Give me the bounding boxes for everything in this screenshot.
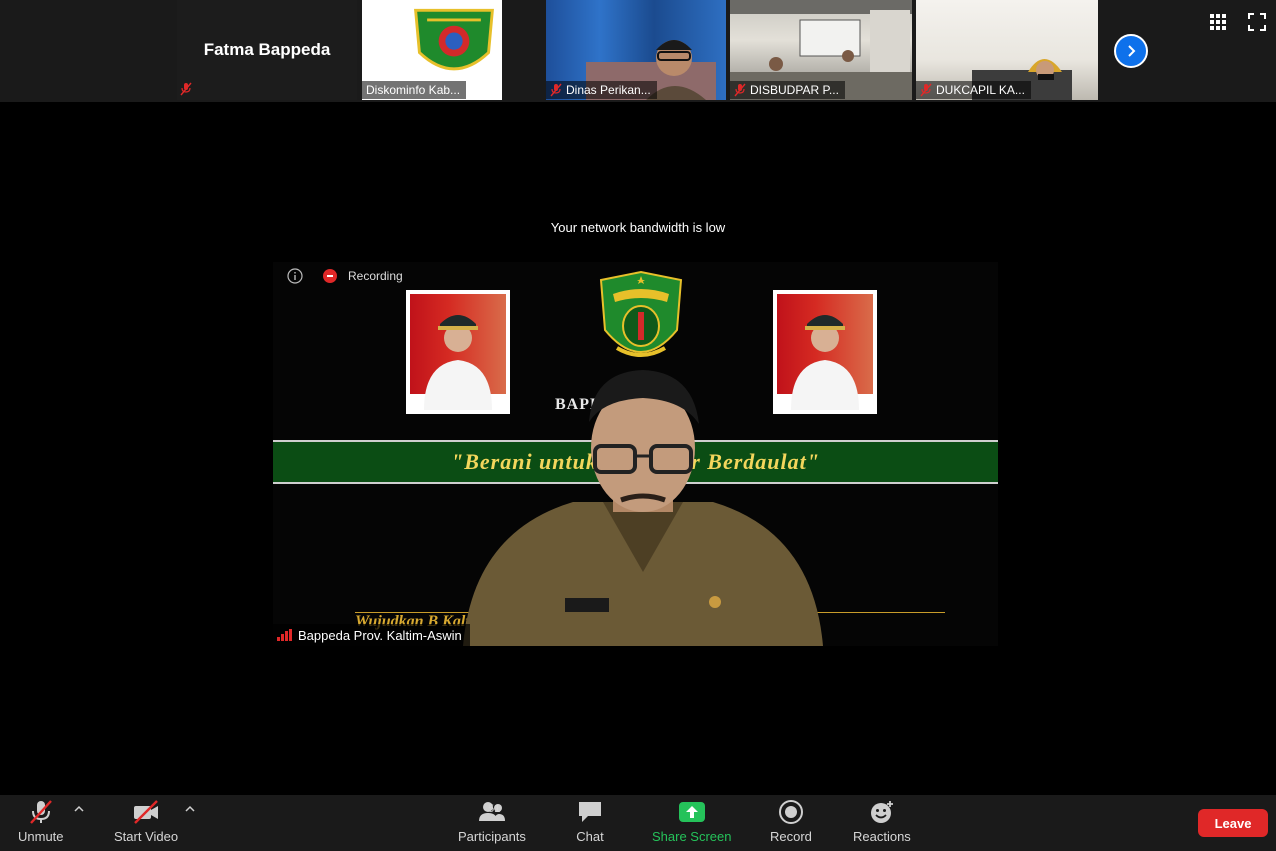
participants-label: Participants bbox=[458, 829, 526, 844]
participant-tile[interactable]: Diskominfo Kab... bbox=[362, 0, 502, 100]
participant-tile[interactable]: Dinas Perikan... bbox=[546, 0, 726, 100]
recording-label: Recording bbox=[348, 269, 403, 283]
reactions-button[interactable]: Reactions bbox=[853, 799, 911, 844]
caret-up-icon[interactable] bbox=[74, 805, 84, 813]
participant-label: DUKCAPIL KA... bbox=[916, 81, 1031, 99]
participant-label: Dinas Perikan... bbox=[546, 81, 657, 99]
participant-label: Diskominfo Kab... bbox=[362, 81, 467, 99]
participant-tile[interactable]: DISBUDPAR P... bbox=[730, 0, 912, 100]
participant-tile[interactable]: DUKCAPIL KA... bbox=[916, 0, 1098, 100]
participant-strip: Fatma Bappeda Diskominfo Kab... Dinas Pe… bbox=[0, 0, 1276, 102]
record-icon bbox=[778, 800, 803, 824]
start-video-label: Start Video bbox=[114, 829, 179, 844]
participants-count: 51 bbox=[488, 803, 501, 815]
participant-name: DISBUDPAR P... bbox=[750, 83, 839, 97]
participant-tile[interactable]: Fatma Bappeda bbox=[177, 0, 357, 100]
signal-icon bbox=[277, 629, 292, 641]
participant-name: Dinas Perikan... bbox=[566, 83, 651, 97]
speaker-name-tag: Bappeda Prov. Kaltim-Aswin bbox=[273, 624, 470, 646]
start-video-button[interactable]: Start Video bbox=[114, 799, 178, 844]
record-label: Record bbox=[770, 829, 812, 844]
active-speaker-video[interactable]: Recording BAPPE 1 "Berani untuk Berdaula… bbox=[273, 262, 998, 646]
mic-muted-icon bbox=[920, 83, 932, 97]
participant-name: DUKCAPIL KA... bbox=[936, 83, 1025, 97]
chat-button[interactable]: Chat bbox=[576, 799, 604, 844]
reactions-label: Reactions bbox=[853, 829, 911, 844]
speaker-figure bbox=[463, 370, 823, 646]
recording-icon bbox=[323, 269, 337, 283]
mic-muted-icon bbox=[550, 83, 562, 97]
fullscreen-icon[interactable] bbox=[1248, 13, 1266, 31]
share-screen-button[interactable]: Share Screen bbox=[652, 799, 732, 844]
video-off-icon bbox=[134, 800, 159, 824]
info-icon[interactable] bbox=[287, 268, 303, 284]
participant-name: Fatma Bappeda bbox=[203, 40, 331, 59]
share-screen-label: Share Screen bbox=[652, 829, 732, 844]
chat-label: Chat bbox=[576, 829, 604, 844]
reactions-icon bbox=[870, 801, 893, 823]
share-screen-icon bbox=[678, 802, 705, 822]
participant-label: DISBUDPAR P... bbox=[730, 81, 845, 99]
mic-muted-icon bbox=[734, 83, 746, 97]
next-page-button[interactable] bbox=[1114, 34, 1148, 68]
grid-view-icon[interactable] bbox=[1209, 13, 1227, 31]
network-notice: Your network bandwidth is low bbox=[550, 220, 726, 235]
chat-icon bbox=[579, 802, 601, 822]
meeting-toolbar: Unmute Start Video 51 Participants Chat bbox=[0, 795, 1276, 851]
record-button[interactable]: Record bbox=[770, 799, 812, 844]
unmute-button[interactable]: Unmute bbox=[18, 799, 64, 844]
participants-button[interactable]: 51 Participants bbox=[458, 799, 526, 844]
participant-name: Diskominfo Kab... bbox=[366, 83, 461, 97]
regency-logo bbox=[414, 8, 494, 71]
caret-up-icon[interactable] bbox=[185, 805, 195, 813]
mic-muted-icon bbox=[180, 82, 192, 96]
unmute-label: Unmute bbox=[18, 829, 64, 844]
chevron-right-icon bbox=[1128, 45, 1136, 57]
mic-muted-icon bbox=[29, 800, 52, 824]
leave-button[interactable]: Leave bbox=[1198, 809, 1268, 837]
province-crest bbox=[599, 270, 683, 357]
speaker-name: Bappeda Prov. Kaltim-Aswin bbox=[298, 627, 462, 643]
